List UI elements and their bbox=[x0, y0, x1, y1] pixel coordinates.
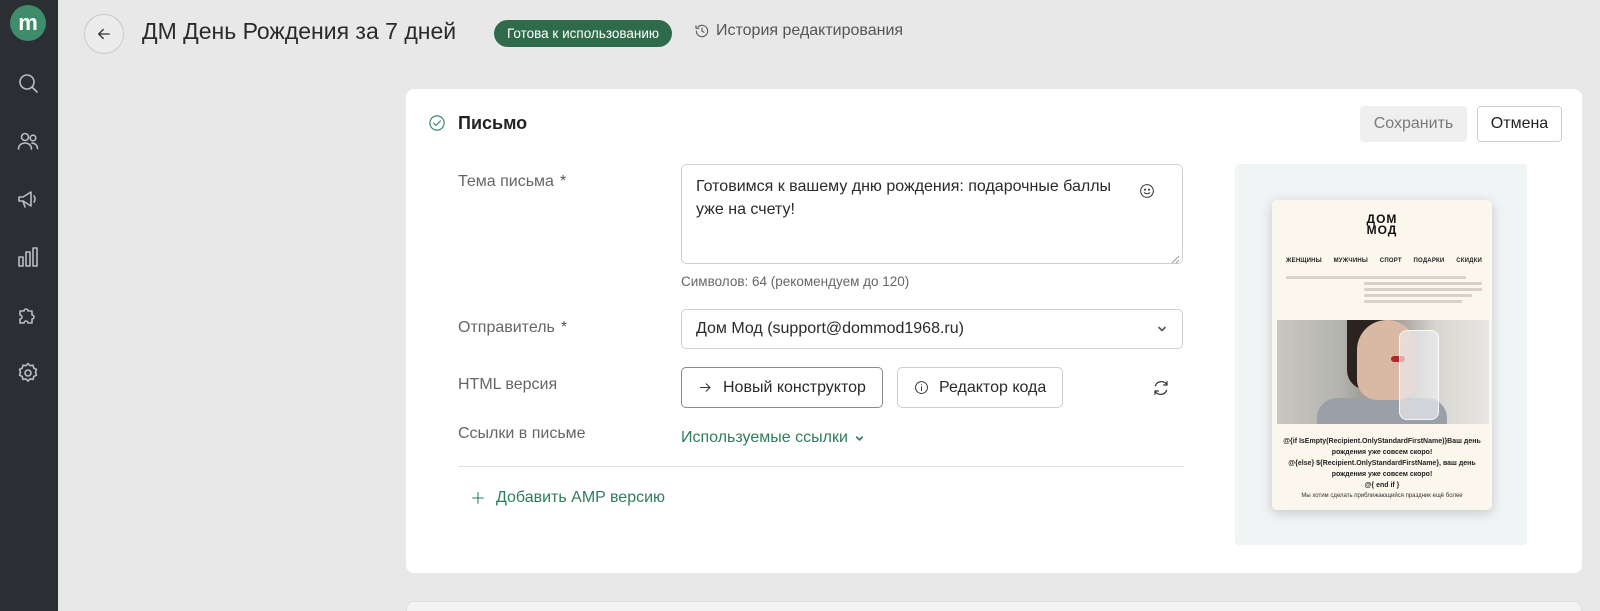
save-button[interactable]: Сохранить bbox=[1360, 106, 1467, 142]
new-builder-label: Новый конструктор bbox=[723, 378, 866, 396]
arrow-left-icon bbox=[98, 28, 110, 40]
used-links-label: Используемые ссылки bbox=[681, 429, 848, 446]
preview-hero-image bbox=[1277, 320, 1489, 424]
sender-label: Отправитель * bbox=[458, 319, 568, 336]
search-icon[interactable] bbox=[15, 70, 41, 96]
app-logo[interactable]: m bbox=[10, 5, 46, 41]
code-editor-button[interactable]: Редактор кода bbox=[897, 367, 1064, 408]
email-preview-thumbnail[interactable]: ДОМ МОД ЖЕНЩИНЫ МУЖЧИНЫ СПОРТ ПОДАРКИ СК… bbox=[1272, 200, 1492, 510]
emoji-icon[interactable] bbox=[1139, 183, 1155, 199]
html-version-label: HTML версия bbox=[458, 376, 558, 393]
sidebar: m bbox=[0, 0, 58, 611]
sender-value: Дом Мод (support@dommod1968.ru) bbox=[696, 320, 964, 337]
gear-icon[interactable] bbox=[15, 360, 41, 386]
preview-placeholder-lines bbox=[1286, 276, 1482, 306]
back-button[interactable] bbox=[84, 14, 124, 54]
preview-nav-item: СКИДКИ bbox=[1456, 258, 1482, 264]
users-icon[interactable] bbox=[15, 128, 41, 154]
edit-history-label: История редактирования bbox=[716, 22, 904, 39]
divider bbox=[458, 466, 1184, 467]
preview-footer-text: Мы хотим сделать приближающийся праздник… bbox=[1301, 493, 1463, 499]
info-icon bbox=[915, 381, 928, 394]
bar-chart-icon[interactable] bbox=[15, 244, 41, 270]
resize-handle-icon[interactable] bbox=[1170, 251, 1180, 264]
history-icon bbox=[695, 24, 709, 38]
sender-select[interactable]: Дом Мод (support@dommod1968.ru) bbox=[681, 309, 1183, 349]
links-label: Ссылки в письме bbox=[458, 425, 586, 442]
email-card: Письмо Сохранить Отмена Тема письма * Гот… bbox=[406, 89, 1582, 573]
megaphone-icon[interactable] bbox=[15, 186, 41, 212]
add-amp-button[interactable]: Добавить AMP версию bbox=[470, 489, 665, 507]
cancel-button[interactable]: Отмена bbox=[1477, 106, 1562, 142]
code-editor-label: Редактор кода bbox=[939, 378, 1047, 396]
required-mark: * bbox=[559, 173, 567, 190]
email-preview-area: ДОМ МОД ЖЕНЩИНЫ МУЖЧИНЫ СПОРТ ПОДАРКИ СК… bbox=[1235, 164, 1527, 545]
used-links-toggle[interactable]: Используемые ссылки bbox=[681, 429, 865, 447]
subject-label: Тема письма * bbox=[458, 173, 567, 190]
new-builder-button[interactable]: Новый конструктор bbox=[681, 367, 883, 408]
edit-history-link[interactable]: История редактирования bbox=[694, 22, 903, 40]
card-title: Письмо bbox=[458, 113, 528, 133]
page-title: ДМ День Рождения за 7 дней bbox=[142, 18, 457, 44]
next-section-card bbox=[406, 601, 1582, 611]
char-count: Символов: 64 (рекомендуем до 120) bbox=[681, 274, 910, 289]
puzzle-icon[interactable] bbox=[15, 302, 41, 328]
preview-body-text: @{if IsEmpty(Recipient.OnlyStandardFirst… bbox=[1283, 438, 1481, 489]
preview-nav: ЖЕНЩИНЫ МУЖЧИНЫ СПОРТ ПОДАРКИ СКИДКИ bbox=[1286, 258, 1482, 264]
preview-nav-item: СПОРТ bbox=[1379, 258, 1402, 264]
check-circle-icon bbox=[428, 114, 446, 132]
chevron-down-icon bbox=[855, 435, 863, 441]
required-mark: * bbox=[560, 319, 568, 336]
arrow-right-icon bbox=[700, 383, 711, 392]
plus-icon bbox=[472, 492, 484, 504]
preview-nav-item: МУЖЧИНЫ bbox=[1333, 258, 1368, 264]
refresh-icon[interactable] bbox=[1152, 379, 1170, 397]
preview-nav-item: ЖЕНЩИНЫ bbox=[1286, 258, 1322, 264]
add-amp-label: Добавить AMP версию bbox=[496, 489, 666, 506]
chevron-down-icon bbox=[1158, 326, 1166, 332]
preview-nav-item: ПОДАРКИ bbox=[1413, 258, 1445, 264]
status-badge: Готова к использованию bbox=[494, 20, 673, 47]
subject-input[interactable]: Готовимся к вашему дню рождения: подароч… bbox=[681, 164, 1183, 264]
brand-logo: ДОМ МОД bbox=[1366, 212, 1398, 237]
